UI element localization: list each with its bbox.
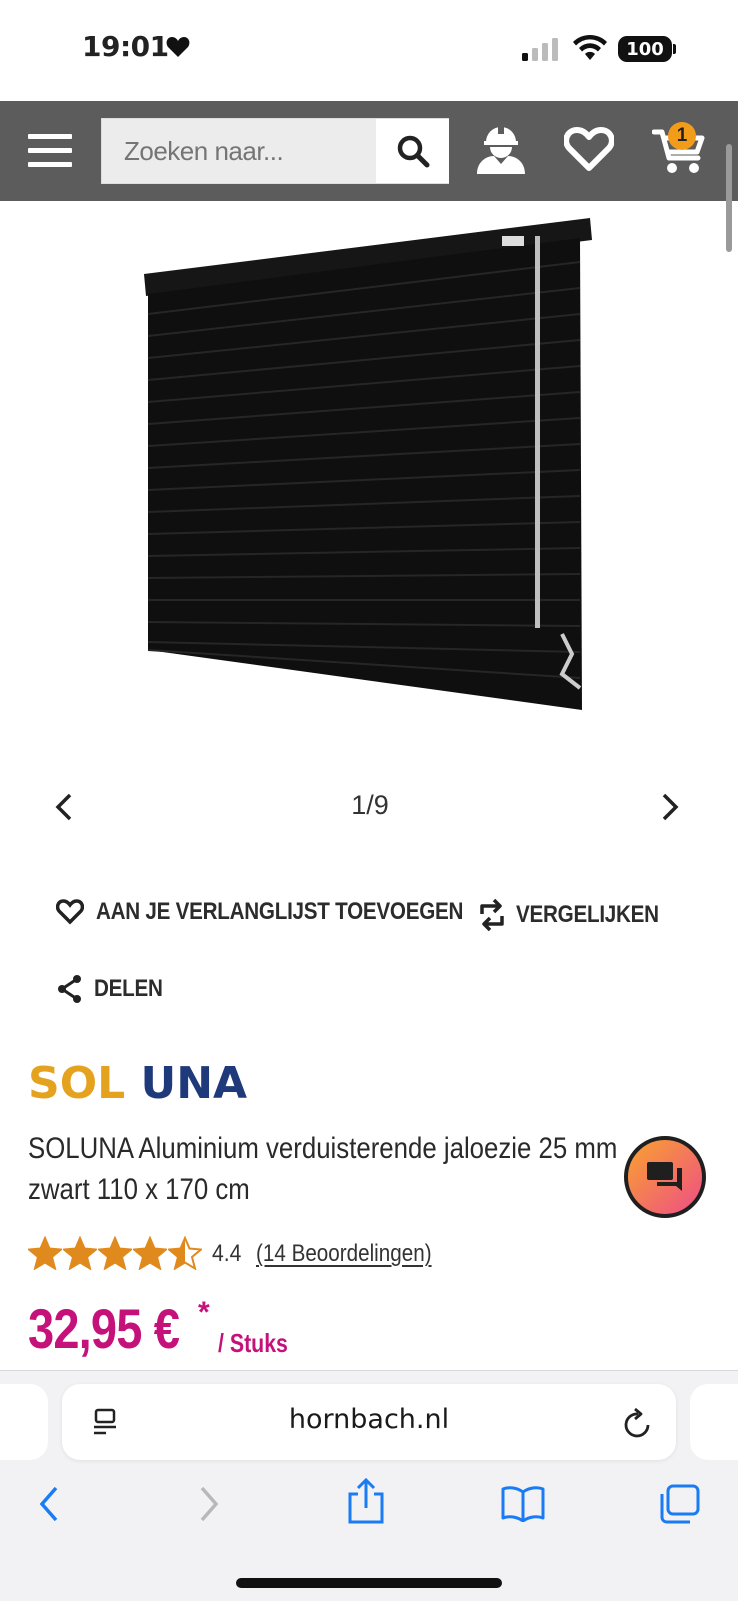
reload-icon[interactable] <box>622 1406 654 1440</box>
search-button[interactable] <box>376 119 449 183</box>
battery-indicator: 100 <box>618 36 672 62</box>
brand-logo[interactable]: SOL UNA <box>28 1062 247 1106</box>
home-indicator <box>236 1578 502 1588</box>
search-input[interactable] <box>102 119 376 183</box>
star-icon <box>133 1236 167 1270</box>
share-sheet-icon[interactable] <box>346 1478 386 1524</box>
wifi-icon <box>573 34 607 60</box>
search-box <box>101 118 449 184</box>
forward-icon[interactable] <box>196 1484 222 1524</box>
star-icon <box>63 1236 97 1270</box>
compare-label: VERGELIJKEN <box>516 901 659 928</box>
gallery-prev-button[interactable] <box>52 792 74 822</box>
wishlist-header-icon[interactable] <box>564 126 614 172</box>
rating-value: 4.4 <box>212 1240 242 1267</box>
product-title: SOLUNA Aluminium verduisterende jaloezie… <box>28 1128 682 1210</box>
account-icon[interactable] <box>474 120 528 176</box>
rating-stars <box>28 1236 203 1270</box>
share-label: DELEN <box>94 975 163 1002</box>
bookmarks-icon[interactable] <box>500 1484 546 1522</box>
heart-status-icon <box>166 37 190 57</box>
brand-logo-text-accent: UNA <box>140 1058 248 1109</box>
star-icon <box>98 1236 132 1270</box>
hamburger-menu-icon[interactable] <box>28 134 72 168</box>
share-icon <box>58 975 81 1003</box>
reviews-link[interactable]: (14 Beoordelingen) <box>256 1240 432 1268</box>
status-time: 19:01 <box>82 30 169 63</box>
heart-outline-icon <box>56 899 84 925</box>
price-asterisk: * <box>198 1296 210 1329</box>
search-icon <box>397 135 429 168</box>
product-price: 32,95 € <box>28 1297 180 1360</box>
back-icon[interactable] <box>36 1484 62 1524</box>
brand-logo-text: SOL <box>28 1058 126 1109</box>
add-to-wishlist-label: AAN JE VERLANGLIJST TOEVOEGEN <box>96 898 464 925</box>
tabs-icon[interactable] <box>658 1484 700 1524</box>
add-to-wishlist-button[interactable]: AAN JE VERLANGLIJST TOEVOEGEN <box>56 898 523 926</box>
price-unit: / Stuks <box>218 1328 288 1358</box>
compare-button[interactable]: VERGELIJKEN <box>478 898 682 932</box>
chat-button[interactable] <box>624 1136 706 1218</box>
gallery-next-button[interactable] <box>660 792 682 822</box>
product-title-line1: SOLUNA Aluminium verduisterende jaloezie… <box>28 1132 618 1165</box>
product-image[interactable] <box>140 214 600 734</box>
compare-icon <box>480 898 504 932</box>
share-button[interactable]: DELEN <box>56 974 174 1004</box>
star-icon <box>168 1236 202 1270</box>
cart-count-badge: 1 <box>668 122 696 150</box>
star-icon <box>28 1236 62 1270</box>
gallery-counter: 1/9 <box>351 790 389 820</box>
battery-tip <box>673 44 676 54</box>
chat-icon <box>647 1162 682 1191</box>
cellular-signal-icon <box>522 38 558 61</box>
product-title-line2: zwart 110 x 170 cm <box>28 1173 250 1206</box>
page-scrollbar[interactable] <box>726 144 732 252</box>
